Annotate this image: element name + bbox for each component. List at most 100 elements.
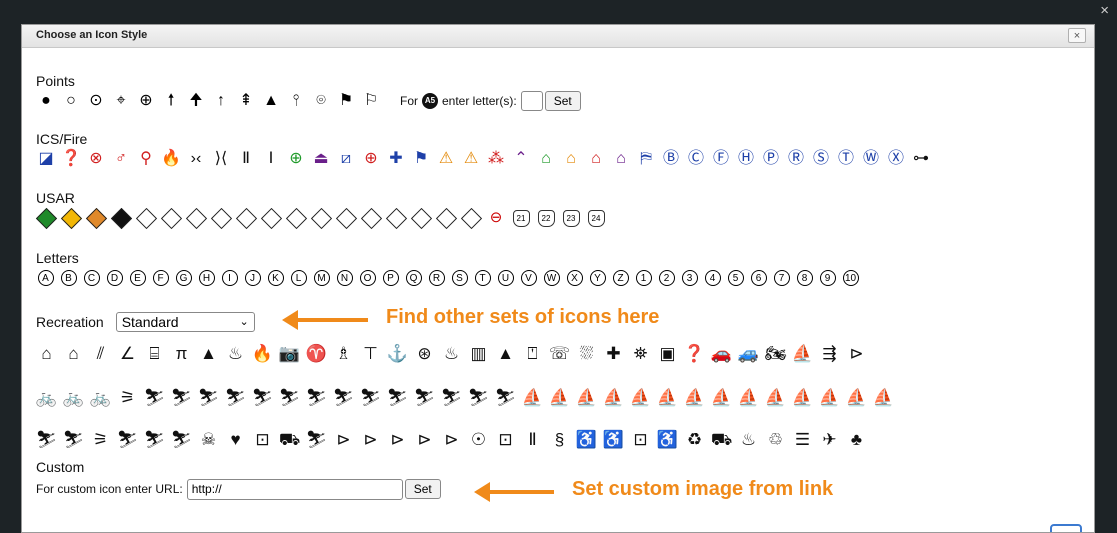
- recreation-icon[interactable]: ⛵: [684, 388, 705, 408]
- point-icon[interactable]: ↑: [211, 91, 231, 111]
- ics-icon[interactable]: ⊗: [86, 149, 106, 169]
- usar-diamond-icon[interactable]: [235, 207, 257, 229]
- recreation-icon[interactable]: ⛵: [819, 388, 840, 408]
- letter-circle-icon[interactable]: D: [105, 268, 124, 288]
- recreation-icon[interactable]: ∠: [117, 344, 138, 364]
- usar-diamond-icon[interactable]: [260, 207, 282, 229]
- point-icon[interactable]: ⌾: [311, 91, 331, 111]
- recreation-icon[interactable]: ⊡: [630, 430, 651, 450]
- letter-circle-icon[interactable]: Y: [588, 268, 607, 288]
- ics-icon[interactable]: Ⓦ: [861, 149, 881, 169]
- letter-circle-icon[interactable]: 2: [657, 268, 676, 288]
- custom-set-button[interactable]: Set: [404, 479, 441, 499]
- letter-circle-icon[interactable]: X: [565, 268, 584, 288]
- recreation-icon[interactable]: ▥: [468, 344, 489, 364]
- letter-circle-icon[interactable]: Z: [611, 268, 630, 288]
- letter-circle-icon[interactable]: E: [128, 268, 147, 288]
- recreation-icon[interactable]: ⌸: [144, 344, 165, 364]
- recreation-icon[interactable]: ⌂: [36, 344, 57, 364]
- letter-circle-icon[interactable]: 9: [818, 268, 837, 288]
- recreation-icon[interactable]: 🚲: [90, 388, 111, 408]
- usar-diamond-icon[interactable]: [335, 207, 357, 229]
- ics-icon[interactable]: ⧄: [336, 149, 356, 169]
- usar-diamond-icon[interactable]: [285, 207, 307, 229]
- recreation-icon[interactable]: ⛷: [171, 430, 193, 450]
- ics-icon[interactable]: ⊶: [911, 149, 931, 169]
- ics-icon[interactable]: ❓: [61, 149, 81, 169]
- letter-circle-icon[interactable]: 4: [703, 268, 722, 288]
- recreation-icon[interactable]: ⛷: [279, 388, 301, 408]
- usar-diamond-icon[interactable]: [435, 207, 457, 229]
- no-entry-icon[interactable]: ⊖: [486, 208, 506, 228]
- recreation-icon[interactable]: ▲: [198, 344, 219, 364]
- ics-icon[interactable]: ⛿: [636, 149, 656, 169]
- recreation-icon[interactable]: ⫽: [90, 344, 111, 364]
- letter-circle-icon[interactable]: P: [381, 268, 400, 288]
- ics-icon[interactable]: Ⓡ: [786, 149, 806, 169]
- recreation-icon[interactable]: ☠: [198, 430, 219, 450]
- recreation-icon[interactable]: ⊛: [414, 344, 435, 364]
- letter-circle-icon[interactable]: H: [197, 268, 216, 288]
- point-icon[interactable]: ⌖: [111, 91, 131, 111]
- ok-button[interactable]: [1050, 524, 1082, 532]
- recreation-icon[interactable]: ⛷: [306, 388, 328, 408]
- point-icon[interactable]: ○: [61, 91, 81, 111]
- custom-url-input[interactable]: http://: [186, 478, 403, 500]
- ics-icon[interactable]: ⁂: [486, 149, 506, 169]
- recreation-icon[interactable]: 🔥: [252, 344, 273, 364]
- recreation-icon[interactable]: ⛯: [630, 344, 651, 364]
- recreation-icon[interactable]: ✈: [819, 430, 840, 450]
- recreation-icon[interactable]: ♿: [657, 430, 678, 450]
- ics-icon[interactable]: ⟩⟨: [211, 149, 231, 169]
- usar-diamond-icon[interactable]: [60, 207, 82, 229]
- ics-icon[interactable]: ⊕: [286, 149, 306, 169]
- recreation-icon[interactable]: ⛵: [873, 388, 894, 408]
- recreation-icon[interactable]: ☏: [549, 344, 570, 364]
- ics-icon[interactable]: Ⅰ: [261, 149, 281, 169]
- usar-diamond-icon[interactable]: [160, 207, 182, 229]
- point-icon[interactable]: ⚐: [361, 91, 381, 111]
- recreation-icon[interactable]: ⛵: [738, 388, 759, 408]
- recreation-icon[interactable]: 🚲: [36, 388, 57, 408]
- letter-circle-icon[interactable]: B: [59, 268, 78, 288]
- letter-circle-icon[interactable]: O: [358, 268, 377, 288]
- usar-diamond-icon[interactable]: [360, 207, 382, 229]
- usar-diamond-icon[interactable]: [35, 207, 57, 229]
- recreation-icon[interactable]: ⛵: [576, 388, 597, 408]
- letter-circle-icon[interactable]: 1: [634, 268, 653, 288]
- recreation-icon[interactable]: ⊳: [387, 430, 408, 450]
- recreation-icon[interactable]: ♲: [765, 430, 786, 450]
- recreation-icon[interactable]: ♨: [738, 430, 759, 450]
- recreation-icon[interactable]: ♨: [225, 344, 246, 364]
- recreation-icon[interactable]: ⛵: [711, 388, 732, 408]
- recreation-icon[interactable]: ♿: [576, 430, 597, 450]
- usar-pentagon-icon[interactable]: 23: [561, 208, 581, 228]
- letter-circle-icon[interactable]: V: [519, 268, 538, 288]
- letter-circle-icon[interactable]: M: [312, 268, 331, 288]
- usar-diamond-icon[interactable]: [385, 207, 407, 229]
- letter-circle-icon[interactable]: 7: [772, 268, 791, 288]
- point-icon[interactable]: 🠕: [161, 91, 181, 111]
- recreation-icon[interactable]: ⛷: [36, 430, 58, 450]
- recreation-icon[interactable]: 🚲: [63, 388, 84, 408]
- recreation-icon[interactable]: ⛟: [279, 430, 300, 450]
- letter-circle-icon[interactable]: L: [289, 268, 308, 288]
- ics-icon[interactable]: Ⓗ: [736, 149, 756, 169]
- letter-circle-icon[interactable]: J: [243, 268, 262, 288]
- recreation-icon[interactable]: ⛷: [360, 388, 382, 408]
- recreation-icon[interactable]: ⛷: [333, 388, 355, 408]
- recreation-icon[interactable]: ⛵: [846, 388, 867, 408]
- ics-icon[interactable]: ⌂: [561, 149, 581, 169]
- recreation-icon[interactable]: ⛵: [522, 388, 543, 408]
- recreation-icon[interactable]: ▣: [657, 344, 678, 364]
- recreation-icon[interactable]: ⛷: [144, 388, 166, 408]
- recreation-icon[interactable]: ⇶: [819, 344, 840, 364]
- recreation-icon[interactable]: ⊡: [495, 430, 516, 450]
- letter-circle-icon[interactable]: A: [36, 268, 55, 288]
- letter-circle-icon[interactable]: W: [542, 268, 561, 288]
- usar-diamond-icon[interactable]: [310, 207, 332, 229]
- ics-icon[interactable]: ⏏: [311, 149, 331, 169]
- letter-circle-icon[interactable]: 6: [749, 268, 768, 288]
- usar-diamond-icon[interactable]: [85, 207, 107, 229]
- usar-diamond-icon[interactable]: [410, 207, 432, 229]
